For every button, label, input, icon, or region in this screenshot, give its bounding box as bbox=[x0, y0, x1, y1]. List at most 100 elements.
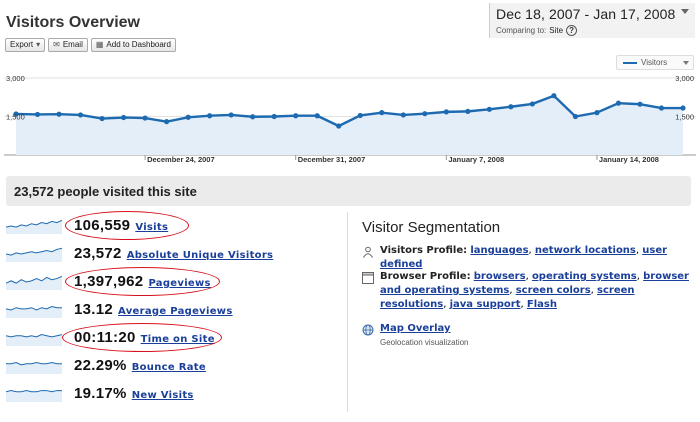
sparkline bbox=[6, 362, 62, 374]
data-point bbox=[594, 110, 600, 116]
data-point bbox=[185, 114, 191, 120]
data-point bbox=[120, 114, 127, 121]
data-point bbox=[142, 115, 148, 121]
data-point bbox=[637, 101, 643, 107]
metric-value: 13.12 bbox=[74, 301, 114, 318]
sparkline bbox=[6, 334, 62, 346]
legend-line-icon bbox=[623, 61, 637, 64]
highlight-ellipse bbox=[65, 267, 220, 296]
y-tick-label-left: 1,500 bbox=[6, 113, 25, 122]
legend-label: Visitors bbox=[641, 58, 668, 67]
person-icon bbox=[363, 246, 373, 258]
comparing-label: Comparing to: bbox=[496, 26, 547, 35]
data-point bbox=[314, 113, 320, 119]
data-point bbox=[379, 110, 385, 116]
link-languages[interactable]: languages bbox=[470, 245, 528, 256]
sparkline bbox=[6, 275, 62, 290]
link-screen-colors[interactable]: screen colors bbox=[516, 285, 591, 296]
data-point bbox=[486, 106, 492, 112]
data-point bbox=[293, 113, 299, 119]
data-point bbox=[443, 109, 449, 115]
data-point bbox=[572, 113, 579, 120]
export-button[interactable]: Export ▾ bbox=[5, 38, 46, 52]
data-point bbox=[658, 105, 665, 111]
browser-window-icon bbox=[362, 272, 374, 284]
page-title: Visitors Overview bbox=[6, 14, 140, 31]
date-dropdown-arrow-icon[interactable] bbox=[681, 9, 689, 14]
metric-time-on-site: 00:11:20 Time on Site bbox=[6, 323, 336, 354]
visitors-chart: 3,000 1,500 3,000 1,500 December 24, 2007 Dec… bbox=[4, 74, 696, 164]
data-point bbox=[228, 112, 234, 118]
x-tick-label: December 24, 2007 bbox=[147, 155, 215, 164]
data-point bbox=[77, 112, 84, 118]
metric-value: 22.29% bbox=[74, 357, 127, 374]
help-icon[interactable]: ? bbox=[566, 25, 578, 36]
sparkline bbox=[6, 219, 62, 234]
sparkline-area bbox=[6, 248, 62, 262]
metric-value: 19.17% bbox=[74, 385, 127, 402]
x-tick-label: December 31, 2007 bbox=[298, 155, 366, 164]
data-point bbox=[400, 112, 406, 118]
data-point bbox=[164, 119, 170, 125]
data-point bbox=[336, 123, 342, 129]
link-operating-systems[interactable]: operating systems bbox=[532, 271, 637, 282]
data-point bbox=[680, 105, 686, 111]
link-flash[interactable]: Flash bbox=[527, 299, 557, 310]
visitors-profile-label: Visitors Profile: bbox=[380, 245, 468, 256]
sparkline-line bbox=[6, 334, 62, 338]
email-button[interactable]: ✉ Email bbox=[48, 38, 88, 52]
sparkline bbox=[6, 390, 62, 402]
metric-link-average-pageviews[interactable]: Average Pageviews bbox=[118, 306, 233, 317]
column-divider bbox=[347, 212, 348, 412]
y-tick-label-right: 3,000 bbox=[675, 74, 694, 83]
sparkline bbox=[6, 247, 62, 262]
metric-link-new-visits[interactable]: New Visits bbox=[132, 390, 194, 401]
x-tick-label: January 14, 2008 bbox=[599, 155, 659, 164]
y-tick-label-left: 3,000 bbox=[6, 74, 25, 83]
metric-pageviews: 1,397,962 Pageviews bbox=[6, 267, 336, 298]
metric-bounce-rate: 22.29% Bounce Rate bbox=[6, 354, 336, 382]
toolbar: Export ▾ ✉ Email ▦ Add to Dashboard bbox=[5, 38, 176, 52]
data-point bbox=[34, 111, 41, 118]
link-java-support[interactable]: java support bbox=[450, 299, 521, 310]
data-point bbox=[250, 114, 256, 120]
series-area-visitors bbox=[16, 95, 683, 155]
metric-link-bounce-rate[interactable]: Bounce Rate bbox=[132, 362, 206, 373]
legend-dropdown-icon bbox=[683, 60, 689, 65]
data-point bbox=[99, 115, 105, 122]
link-browsers[interactable]: browsers bbox=[474, 271, 526, 282]
data-point bbox=[422, 111, 428, 117]
metric-visits: 106,559 Visits bbox=[6, 211, 336, 242]
x-tick-label: January 7, 2008 bbox=[448, 155, 504, 164]
metric-absolute-unique-visitors: 23,572 Absolute Unique Visitors bbox=[6, 242, 336, 270]
segmentation-title: Visitor Segmentation bbox=[362, 219, 501, 236]
envelope-icon: ✉ bbox=[53, 40, 60, 49]
sparkline bbox=[6, 306, 62, 318]
globe-icon bbox=[362, 324, 374, 336]
browser-profile-label: Browser Profile: bbox=[380, 271, 471, 282]
highlight-ellipse bbox=[65, 211, 189, 240]
metric-link-absolute-unique-visitors[interactable]: Absolute Unique Visitors bbox=[127, 250, 274, 261]
graph-metric-selector[interactable]: Visitors bbox=[616, 55, 694, 70]
highlight-ellipse bbox=[62, 323, 222, 352]
data-point bbox=[207, 113, 213, 119]
chevron-down-icon: ▾ bbox=[36, 40, 41, 49]
link-network-locations[interactable]: network locations bbox=[535, 245, 636, 256]
add-to-dashboard-button[interactable]: ▦ Add to Dashboard bbox=[90, 38, 176, 52]
sparkline-line bbox=[6, 390, 62, 393]
date-range-picker[interactable]: Dec 18, 2007 - Jan 17, 2008 Comparing to… bbox=[489, 3, 695, 38]
map-overlay-subtitle: Geolocation visualization bbox=[380, 338, 469, 347]
export-label: Export bbox=[10, 40, 34, 49]
sparkline-area bbox=[6, 276, 62, 290]
email-label: Email bbox=[62, 40, 83, 49]
sparkline-area bbox=[6, 362, 62, 374]
metric-value: 23,572 bbox=[74, 245, 122, 262]
link-map-overlay[interactable]: Map Overlay bbox=[380, 323, 450, 334]
data-point bbox=[465, 108, 471, 114]
data-point bbox=[551, 93, 557, 99]
data-point bbox=[357, 112, 363, 119]
metric-new-visits: 19.17% New Visits bbox=[6, 382, 336, 410]
y-tick-label-right: 1,500 bbox=[675, 113, 694, 122]
metric-average-pageviews: 13.12 Average Pageviews bbox=[6, 298, 336, 326]
date-range-text: Dec 18, 2007 - Jan 17, 2008 bbox=[496, 6, 676, 22]
